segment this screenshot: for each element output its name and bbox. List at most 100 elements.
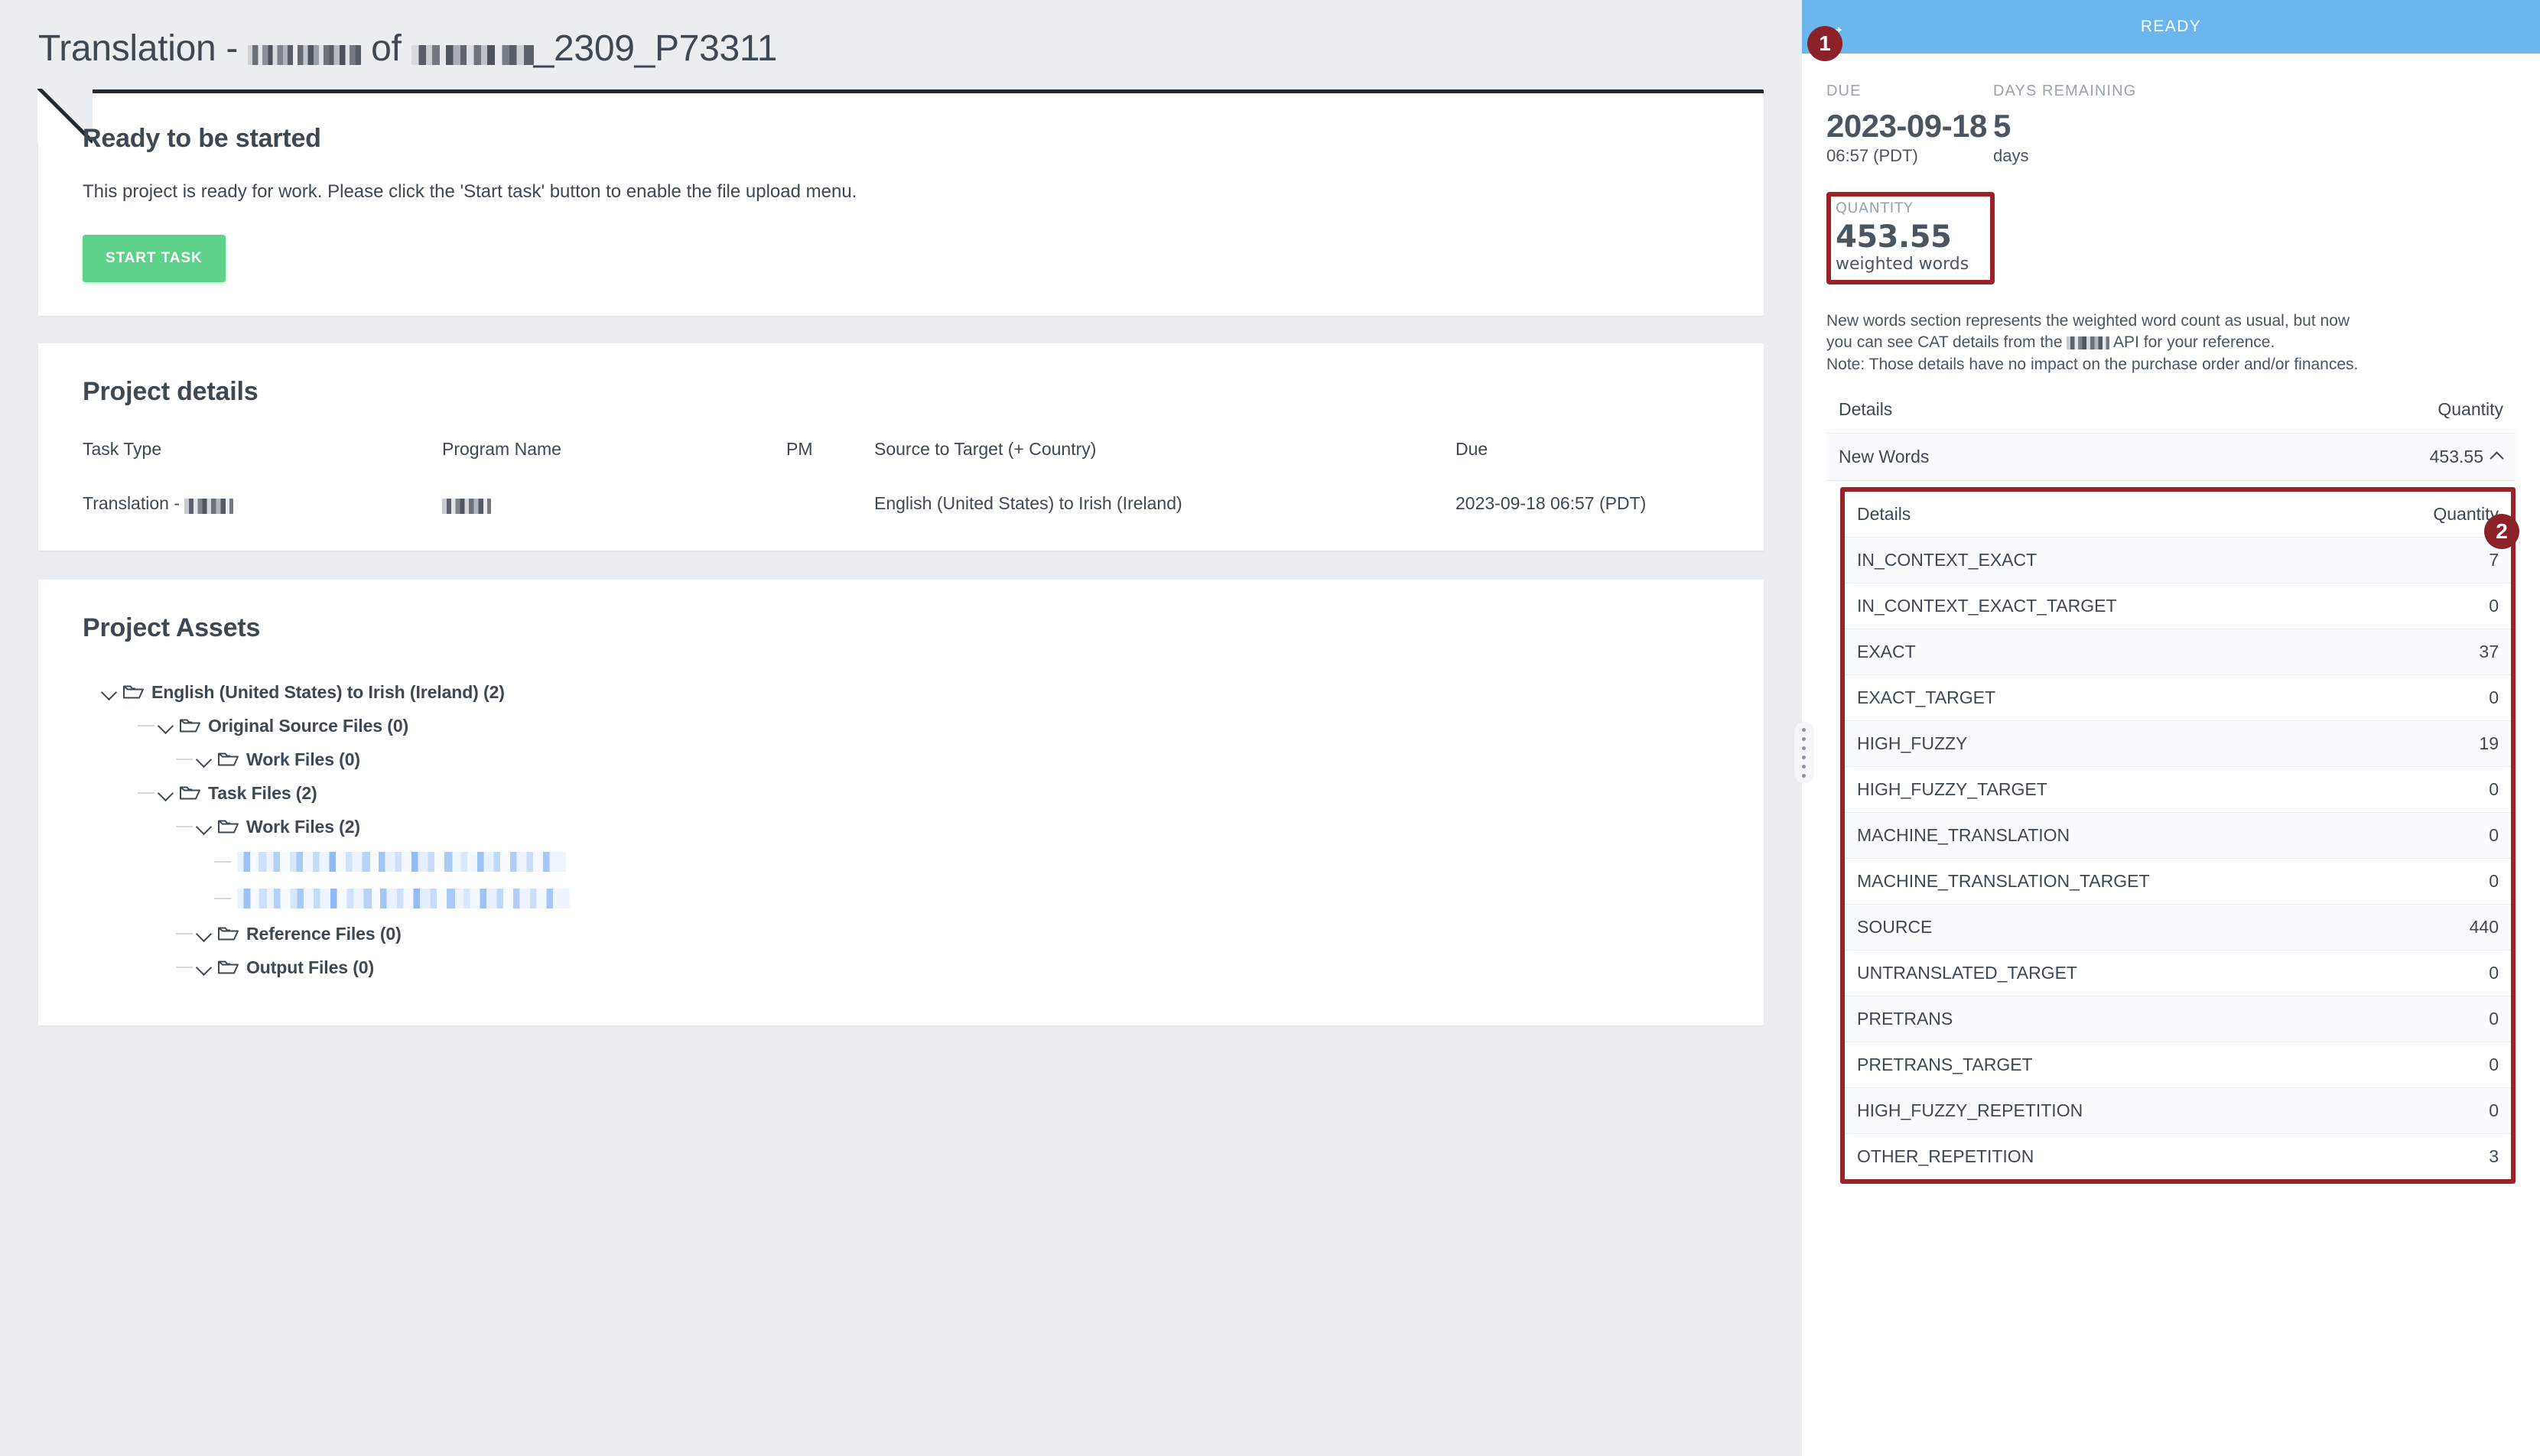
tree-guide-line bbox=[138, 725, 154, 726]
tree-guide-line bbox=[176, 759, 193, 760]
asset-tree-folder[interactable]: Task Files (2) bbox=[99, 776, 1719, 810]
asset-tree-label: Task Files (2) bbox=[208, 782, 317, 803]
asset-tree-label: Work Files (2) bbox=[246, 816, 360, 837]
chevron-down-icon[interactable] bbox=[194, 924, 214, 944]
asset-tree-folder[interactable]: Output Files (0) bbox=[99, 951, 1719, 984]
cat-detail-value: 0 bbox=[2363, 1042, 2511, 1089]
cat-detail-value: 0 bbox=[2363, 583, 2511, 630]
new-words-value-cell[interactable]: 453.55 bbox=[2198, 433, 2516, 482]
table-row: PRETRANS 0 bbox=[1845, 996, 2511, 1043]
quantity-header-quantity: Quantity bbox=[2198, 386, 2516, 434]
asset-tree-label: Original Source Files (0) bbox=[208, 715, 409, 736]
handle-dot bbox=[1802, 746, 1806, 750]
due-date-value: 2023-09-18 bbox=[1826, 108, 1987, 144]
project-details-table: Task Type Program Name PM Source to Targ… bbox=[83, 439, 1719, 514]
asset-tree-folder[interactable]: Original Source Files (0) bbox=[99, 709, 1719, 743]
chevron-down-icon[interactable] bbox=[156, 716, 176, 736]
main-panel: Translation - of _2309_P73311 Ready to b… bbox=[0, 0, 1802, 1456]
handle-dot bbox=[1802, 755, 1806, 759]
cell-due: 2023-09-18 06:57 (PDT) bbox=[1455, 493, 1647, 513]
days-remaining-kpi: DAYS REMAINING 5 days bbox=[1993, 83, 2136, 166]
start-task-button[interactable]: START TASK bbox=[83, 235, 226, 282]
chevron-down-icon[interactable] bbox=[194, 957, 214, 977]
header-due: Due bbox=[1455, 439, 1488, 459]
cat-detail-label: HIGH_FUZZY_REPETITION bbox=[1845, 1087, 2364, 1135]
table-row: PRETRANS_TARGET 0 bbox=[1845, 1042, 2511, 1089]
note-line-2-before: you can see CAT details from the bbox=[1826, 333, 2067, 352]
asset-tree: English (United States) to Irish (Irelan… bbox=[83, 675, 1719, 984]
new-words-value: 453.55 bbox=[2429, 447, 2483, 467]
note-line-2-after: API for your reference. bbox=[2109, 333, 2275, 352]
tree-guide-line bbox=[138, 792, 154, 794]
asset-tree-folder[interactable]: Work Files (2) bbox=[99, 810, 1719, 843]
chevron-down-icon[interactable] bbox=[156, 783, 176, 803]
folder-open-icon bbox=[179, 783, 202, 803]
cat-detail-value: 0 bbox=[2363, 996, 2511, 1043]
panel-resize-handle[interactable] bbox=[1794, 722, 1813, 783]
tree-guide-line bbox=[176, 967, 193, 968]
table-row: EXACT_TARGET 0 bbox=[1845, 674, 2511, 722]
folder-open-icon bbox=[217, 957, 240, 977]
cat-detail-value: 440 bbox=[2363, 904, 2511, 951]
cell-source-to-target: English (United States) to Irish (Irelan… bbox=[874, 493, 1182, 513]
cat-detail-label: IN_CONTEXT_EXACT bbox=[1845, 537, 2364, 584]
cat-details-note: New words section represents the weighte… bbox=[1826, 310, 2516, 375]
quantity-label: QUANTITY bbox=[1836, 200, 1914, 217]
ready-to-be-started-card: Ready to be started This project is read… bbox=[37, 89, 1764, 316]
kpi-row: DUE 2023-09-18 06:57 (PDT) DAYS REMAININ… bbox=[1826, 83, 2516, 166]
ready-card-description: This project is ready for work. Please c… bbox=[83, 181, 857, 202]
quantity-value: 453.55 bbox=[1836, 219, 1952, 255]
chevron-down-icon[interactable] bbox=[194, 749, 214, 769]
table-row[interactable]: New Words 453.55 bbox=[1826, 433, 2516, 482]
cat-detail-label: EXACT bbox=[1845, 629, 2364, 676]
cat-header-details: Details bbox=[1845, 492, 2364, 538]
cat-detail-label: IN_CONTEXT_EXACT_TARGET bbox=[1845, 583, 2364, 630]
asset-tree-file[interactable] bbox=[99, 880, 1719, 917]
cat-detail-value: 0 bbox=[2363, 766, 2511, 814]
table-row: MACHINE_TRANSLATION 0 bbox=[1845, 812, 2511, 860]
page-title-prefix: Translation - bbox=[38, 28, 249, 69]
tree-guide-line bbox=[214, 898, 231, 899]
cat-detail-label: PRETRANS_TARGET bbox=[1845, 1042, 2364, 1089]
quantity-table-header-row: Details Quantity bbox=[1826, 386, 2516, 434]
table-row: IN_CONTEXT_EXACT_TARGET 0 bbox=[1845, 583, 2511, 630]
page-title-suffix: _2309_P73311 bbox=[533, 28, 778, 69]
chevron-down-icon[interactable] bbox=[99, 682, 119, 702]
redacted-file-name-link[interactable] bbox=[237, 852, 566, 872]
asset-tree-file[interactable] bbox=[99, 843, 1719, 880]
table-row: SOURCE 440 bbox=[1845, 904, 2511, 951]
cat-details-highlight-box: Details Quantity IN_CONTEXT_EXACT 7 IN_CON… bbox=[1840, 487, 2516, 1185]
tree-guide-line bbox=[176, 933, 193, 934]
folder-open-icon bbox=[217, 749, 240, 769]
asset-tree-label: Output Files (0) bbox=[246, 957, 375, 977]
note-line-3: Note: Those details have no impact on th… bbox=[1826, 355, 2359, 373]
table-row: HIGH_FUZZY 19 bbox=[1845, 720, 2511, 768]
asset-tree-label: English (United States) to Irish (Irelan… bbox=[151, 681, 505, 702]
asset-tree-folder[interactable]: Work Files (0) bbox=[99, 743, 1719, 776]
cell-task-type-text: Translation - bbox=[83, 493, 185, 513]
note-line-2: you can see CAT details from the API for… bbox=[1826, 332, 2516, 353]
asset-tree-folder[interactable]: English (United States) to Irish (Irelan… bbox=[99, 675, 1719, 709]
page-title-of: of bbox=[361, 28, 411, 69]
table-row: MACHINE_TRANSLATION_TARGET 0 bbox=[1845, 858, 2511, 905]
chevron-up-icon[interactable] bbox=[2491, 450, 2503, 462]
redacted-file-name-link[interactable] bbox=[237, 889, 570, 908]
status-bar: → READY bbox=[1802, 0, 2540, 54]
cat-detail-value: 0 bbox=[2363, 858, 2511, 905]
due-label: DUE bbox=[1826, 83, 1862, 99]
cell-task-type: Translation - bbox=[83, 493, 442, 514]
project-details-header-row: Task Type Program Name PM Source to Targ… bbox=[83, 439, 1719, 493]
cat-detail-value: 19 bbox=[2363, 720, 2511, 768]
task-sidebar: → READY DUE 2023-09-18 06:57 (PDT) DAYS … bbox=[1802, 0, 2540, 1456]
cat-detail-label: UNTRANSLATED_TARGET bbox=[1845, 950, 2364, 997]
note-line-1: New words section represents the weighte… bbox=[1826, 312, 2350, 330]
chevron-down-icon[interactable] bbox=[194, 817, 214, 837]
project-details-card: Project details Task Type Program Name P… bbox=[38, 343, 1764, 551]
table-row: OTHER_REPETITION 3 bbox=[1845, 1134, 2511, 1180]
project-details-title: Project details bbox=[83, 377, 259, 406]
tree-guide-line bbox=[176, 826, 193, 827]
asset-tree-folder[interactable]: Reference Files (0) bbox=[99, 917, 1719, 951]
quantity-header-details: Details bbox=[1826, 386, 2199, 434]
redacted-task-name bbox=[248, 45, 362, 65]
quantity-highlight-box: QUANTITY 453.55 weighted words bbox=[1826, 192, 1995, 285]
